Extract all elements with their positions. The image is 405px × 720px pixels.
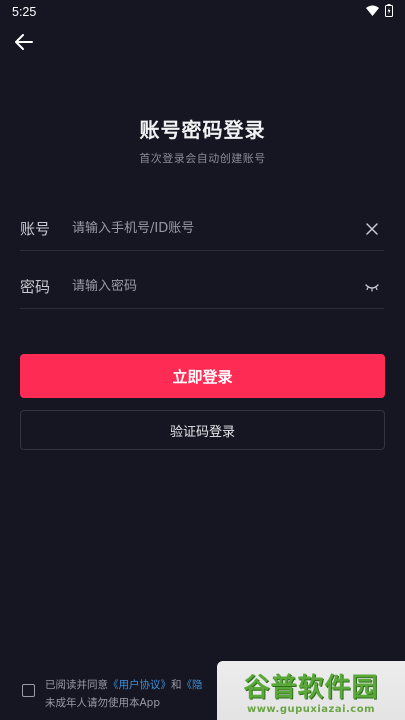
status-time: 5:25 xyxy=(12,5,37,19)
battery-icon xyxy=(385,4,393,20)
agreement-text: 已阅读并同意《用户协议》和《隐 未成年人请勿使用本App xyxy=(45,676,203,712)
privacy-policy-link[interactable]: 《隐 xyxy=(182,679,203,691)
account-label: 账号 xyxy=(20,220,51,238)
agreement-checkbox[interactable] xyxy=(22,684,35,697)
password-field: 密码 xyxy=(20,265,384,309)
page-subtitle: 首次登录会自动创建账号 xyxy=(139,152,266,165)
clear-icon[interactable] xyxy=(360,217,384,241)
password-label: 密码 xyxy=(20,278,51,296)
arrow-left-icon xyxy=(15,34,33,54)
agreement-line-2: 未成年人请勿使用本App xyxy=(45,697,161,709)
agreement-prefix: 已阅读并同意 xyxy=(45,679,108,691)
code-login-button[interactable]: 验证码登录 xyxy=(20,410,385,450)
watermark-logo: 谷普软件园 xyxy=(243,672,379,703)
watermark-url: www.gupuxiazai.com xyxy=(246,703,376,715)
watermark: 谷普软件园 www.gupuxiazai.com xyxy=(217,661,405,720)
login-button[interactable]: 立即登录 xyxy=(20,354,385,398)
password-input[interactable] xyxy=(72,279,360,294)
account-input[interactable] xyxy=(72,221,360,236)
eye-closed-icon[interactable] xyxy=(360,275,384,299)
page-title: 账号密码登录 xyxy=(139,118,266,142)
wifi-icon xyxy=(366,5,379,19)
agreement-line-1: 已阅读并同意《用户协议》和《隐 xyxy=(45,676,203,694)
status-bar: 5:25 xyxy=(0,0,405,24)
user-agreement-link[interactable]: 《用户协议》 xyxy=(108,679,171,691)
back-button[interactable] xyxy=(10,32,38,56)
account-field: 账号 xyxy=(20,207,384,251)
agreement-and: 和 xyxy=(171,679,182,691)
status-icons xyxy=(366,4,393,20)
